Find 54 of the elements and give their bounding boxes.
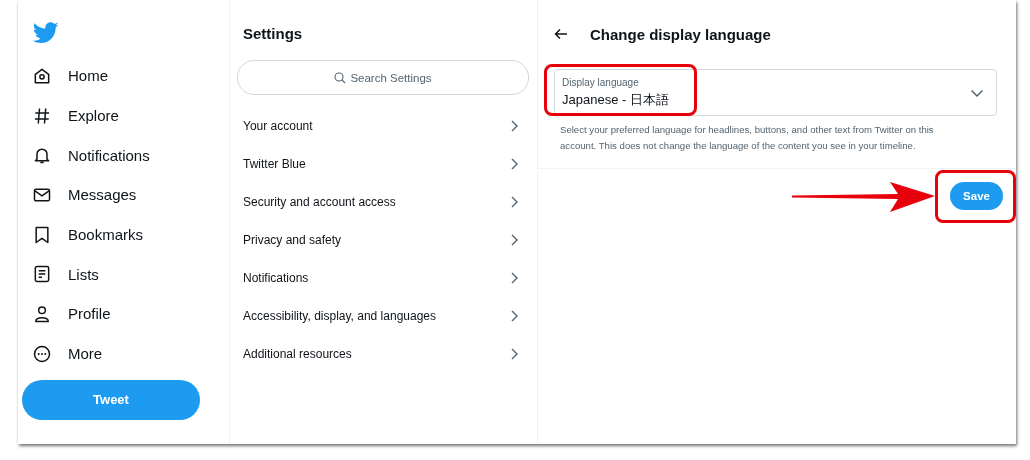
nav-label: More bbox=[68, 345, 103, 363]
chevron-right-icon bbox=[509, 348, 519, 360]
settings-item-label: Accessibility, display, and languages bbox=[243, 309, 436, 323]
more-icon bbox=[32, 343, 52, 364]
chevron-right-icon bbox=[509, 196, 519, 208]
select-value: Japanese - 日本語 bbox=[562, 90, 669, 109]
search-icon bbox=[334, 71, 347, 84]
hashtag-icon bbox=[32, 105, 52, 126]
nav-item[interactable]: Home bbox=[22, 56, 229, 96]
search-field[interactable]: Search Settings bbox=[237, 60, 529, 95]
nav-item[interactable]: Notifications bbox=[22, 135, 229, 176]
settings-item-label: Additional resources bbox=[243, 347, 352, 361]
settings-item[interactable]: Security and account access bbox=[230, 183, 537, 221]
nav-label: Messages bbox=[68, 186, 137, 204]
settings-item[interactable]: Your account bbox=[230, 107, 537, 145]
settings-item[interactable]: Notifications bbox=[230, 259, 537, 297]
settings-title: Settings bbox=[242, 24, 304, 44]
nav-item[interactable]: Messages bbox=[22, 175, 229, 215]
bird-logo-icon[interactable] bbox=[33, 22, 59, 44]
nav-item[interactable]: More bbox=[22, 333, 229, 374]
chevron-right-icon bbox=[509, 120, 519, 132]
chevron-right-icon bbox=[509, 310, 519, 322]
search-placeholder: Search Settings bbox=[350, 71, 432, 84]
chevron-right-icon bbox=[509, 234, 519, 246]
person-icon bbox=[32, 303, 52, 324]
nav-item[interactable]: Explore bbox=[22, 95, 229, 136]
nav-item[interactable]: Bookmarks bbox=[22, 214, 229, 255]
chevron-down-icon bbox=[970, 87, 984, 98]
settings-item-label: Your account bbox=[243, 119, 313, 133]
back-arrow-icon[interactable] bbox=[554, 28, 568, 40]
settings-item-label: Privacy and safety bbox=[243, 233, 342, 247]
settings-item-label: Security and account access bbox=[243, 195, 396, 209]
settings-item-label: Notifications bbox=[243, 271, 309, 285]
chevron-right-icon bbox=[509, 158, 519, 170]
settings-item[interactable]: Accessibility, display, and languages bbox=[230, 297, 537, 335]
language-select[interactable]: Display language Japanese - 日本語 bbox=[554, 69, 997, 116]
settings-item[interactable]: Twitter Blue bbox=[230, 145, 537, 183]
nav-item[interactable]: Lists bbox=[22, 254, 229, 295]
nav-label: Explore bbox=[68, 107, 119, 125]
nav-label: Notifications bbox=[68, 146, 150, 164]
nav-label: Home bbox=[68, 67, 108, 85]
bookmark-icon bbox=[32, 224, 52, 245]
description-text: Select your preferred language for headlines, buttons, and other text from Twitter on this account. This does not change the language of the content you see in your timeline. bbox=[538, 116, 1016, 169]
settings-item-label: Twitter Blue bbox=[243, 157, 306, 171]
settings-item[interactable]: Additional resources bbox=[230, 335, 537, 373]
select-label: Display language bbox=[562, 76, 640, 88]
nav-item[interactable]: Profile bbox=[22, 294, 229, 334]
chevron-right-icon bbox=[509, 272, 519, 284]
nav-label: Lists bbox=[68, 265, 99, 283]
nav-label: Profile bbox=[68, 305, 111, 323]
nav-label: Bookmarks bbox=[68, 226, 144, 244]
page-title: Change display language bbox=[590, 25, 771, 43]
list-icon bbox=[32, 264, 52, 285]
settings-item[interactable]: Privacy and safety bbox=[230, 221, 537, 259]
